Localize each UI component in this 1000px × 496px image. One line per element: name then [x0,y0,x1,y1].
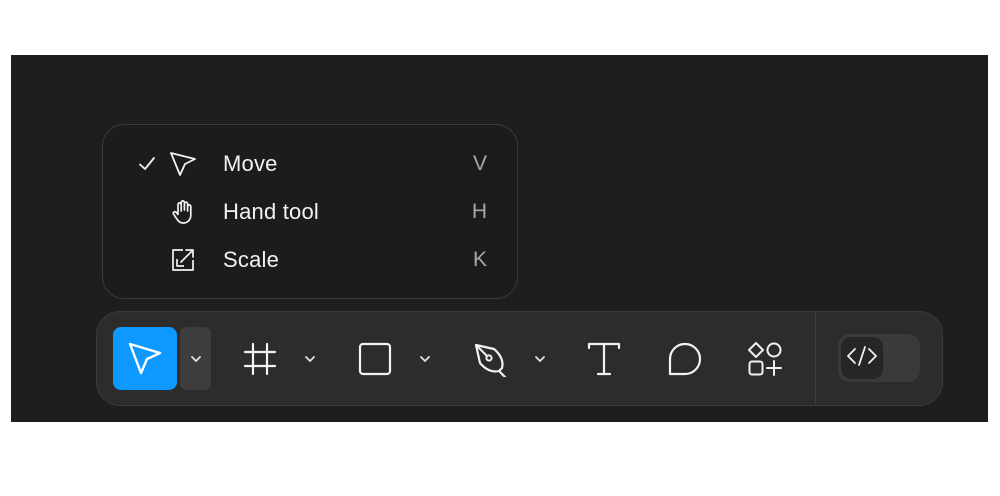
shapes-plus-icon [747,341,783,377]
comment-bubble-icon [667,341,703,377]
menu-item-shortcut: H [471,200,487,223]
frame-hash-icon [243,342,277,376]
pen-tool-dropdown-button[interactable] [529,349,551,369]
bottom-toolbar [96,311,943,406]
dev-mode-toggle-knob [841,337,883,379]
move-tool-dropdown-button[interactable] [180,327,211,390]
frame-tool-button[interactable] [237,336,283,382]
chevron-down-icon [534,355,546,363]
scale-icon [169,246,197,274]
toolbar-divider [815,312,816,405]
move-tools-menu: Move V Hand tool H Scale K [102,124,518,299]
menu-item-hand-tool[interactable]: Hand tool H [103,190,517,234]
rectangle-tool-button[interactable] [352,336,398,382]
rectangle-icon [358,342,392,376]
pen-tool-button[interactable] [467,336,513,382]
menu-item-shortcut: K [472,248,487,271]
hand-icon [169,198,197,226]
pen-nib-icon [472,341,508,377]
menu-item-move[interactable]: Move V [103,142,517,186]
menu-item-scale[interactable]: Scale K [103,238,517,282]
actions-button[interactable] [742,336,788,382]
chevron-down-icon [304,355,316,363]
cursor-arrow-icon [126,340,164,378]
comment-tool-button[interactable] [662,336,708,382]
code-brackets-icon [846,345,878,372]
menu-item-label: Hand tool [223,199,319,224]
chevron-down-icon [190,355,202,363]
menu-item-shortcut: V [472,152,487,175]
menu-item-label: Move [223,151,278,176]
cursor-arrow-icon [169,150,197,178]
checkmark-icon [137,154,157,174]
move-tool-button[interactable] [113,327,177,390]
text-tool-button[interactable] [581,336,627,382]
frame-tool-dropdown-button[interactable] [299,349,321,369]
chevron-down-icon [419,355,431,363]
text-icon [586,341,622,377]
menu-item-label: Scale [223,247,280,272]
shape-tool-dropdown-button[interactable] [414,349,436,369]
dev-mode-toggle[interactable] [838,334,920,382]
